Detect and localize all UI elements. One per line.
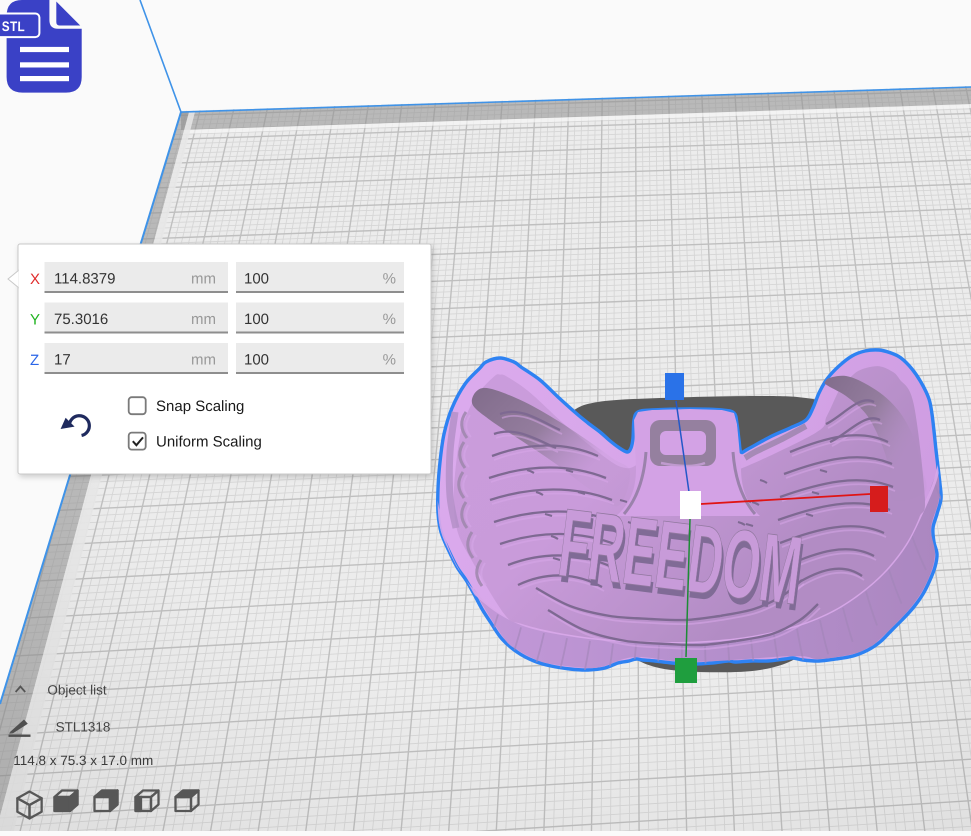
svg-text:Uniform Scaling: Uniform Scaling <box>156 434 262 451</box>
svg-text:mm: mm <box>191 271 216 288</box>
svg-text:Y: Y <box>30 312 40 329</box>
svg-text:mm: mm <box>191 352 216 369</box>
svg-text:100: 100 <box>244 311 269 328</box>
svg-text:%: % <box>383 271 396 288</box>
svg-text:75.3016: 75.3016 <box>54 311 108 328</box>
svg-text:Object list: Object list <box>47 683 107 698</box>
svg-text:STL1318: STL1318 <box>56 720 111 735</box>
svg-text:100: 100 <box>244 352 269 369</box>
svg-text:114.8 x 75.3 x 17.0 mm: 114.8 x 75.3 x 17.0 mm <box>13 753 153 768</box>
svg-text:mm: mm <box>191 311 216 328</box>
svg-text:17: 17 <box>54 352 71 369</box>
svg-text:Snap Scaling: Snap Scaling <box>156 398 244 415</box>
svg-text:Z: Z <box>30 352 39 369</box>
svg-text:%: % <box>383 352 396 369</box>
svg-text:STL: STL <box>2 19 26 34</box>
svg-text:%: % <box>383 311 396 328</box>
svg-text:114.8379: 114.8379 <box>54 271 115 288</box>
svg-text:X: X <box>30 271 40 288</box>
svg-text:100: 100 <box>244 271 269 288</box>
